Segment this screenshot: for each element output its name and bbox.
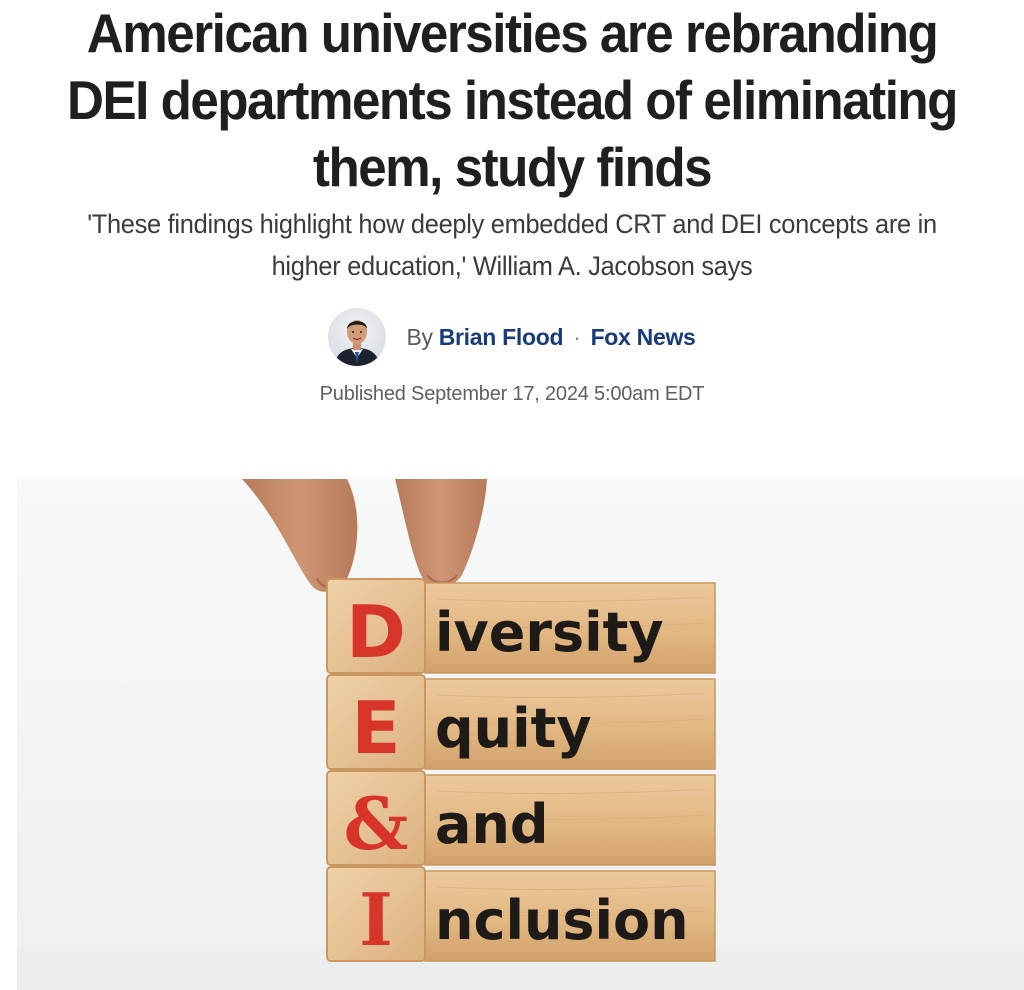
- block-letter: D: [346, 590, 406, 674]
- source-link[interactable]: Fox News: [591, 324, 696, 350]
- article-headline: American universities are rebranding DEI…: [67, 2, 958, 198]
- block-row-4: Inclusion: [326, 866, 716, 962]
- block-row-3: & and: [326, 770, 716, 866]
- block-row-2: Equity: [326, 674, 716, 770]
- byline-separator: ·: [573, 323, 581, 350]
- block-letter: E: [351, 686, 400, 770]
- byline-prefix: By: [406, 323, 433, 350]
- dei-blocks-illustration: DiversityE quity& andI nclusion: [17, 479, 1024, 990]
- block-letter: &: [343, 781, 408, 866]
- block-word: nclusion: [435, 889, 689, 952]
- article: American universities are rebranding DEI…: [0, 0, 1024, 990]
- block-letter: I: [359, 877, 393, 962]
- byline: By Brian Flood · Fox News: [0, 306, 1024, 368]
- author-avatar[interactable]: [328, 308, 387, 366]
- author-link[interactable]: Brian Flood: [439, 324, 564, 350]
- block-word: quity: [435, 697, 592, 760]
- block-word: iversity: [435, 601, 664, 664]
- published-date: Published September 17, 2024 5:00am EDT: [319, 383, 705, 405]
- byline-text: By Brian Flood · Fox News: [406, 324, 695, 351]
- hero-image: Diversity Equity & and Inclusion: [17, 479, 1024, 990]
- block-word: and: [435, 793, 549, 856]
- article-subheadline: 'These findings highlight how deeply emb…: [87, 209, 937, 281]
- block-row-1: Diversity: [326, 578, 716, 674]
